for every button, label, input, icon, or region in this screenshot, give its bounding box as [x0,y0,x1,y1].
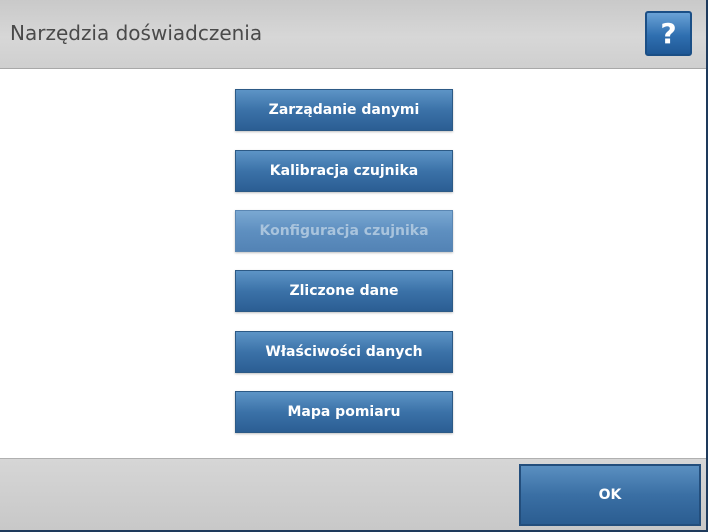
help-button[interactable]: ? [645,11,692,56]
ok-button[interactable]: OK [519,464,701,526]
footer-bar: OK [0,458,706,530]
measurement-map-button[interactable]: Mapa pomiaru [235,391,453,433]
data-properties-button[interactable]: Właściwości danych [235,331,453,373]
dialog-window: Narzędzia doświadczenia ? Zarządanie dan… [0,0,708,532]
help-icon: ? [660,17,677,50]
sensor-configuration-button: Konfiguracja czujnika [235,210,453,252]
counted-data-button[interactable]: Zliczone dane [235,270,453,312]
data-management-button[interactable]: Zarządanie danymi [235,89,453,131]
tools-menu: Zarządanie danymi Kalibracja czujnika Ko… [0,69,706,458]
page-title: Narzędzia doświadczenia [10,21,263,45]
title-bar: Narzędzia doświadczenia ? [0,0,706,69]
sensor-calibration-button[interactable]: Kalibracja czujnika [235,150,453,192]
